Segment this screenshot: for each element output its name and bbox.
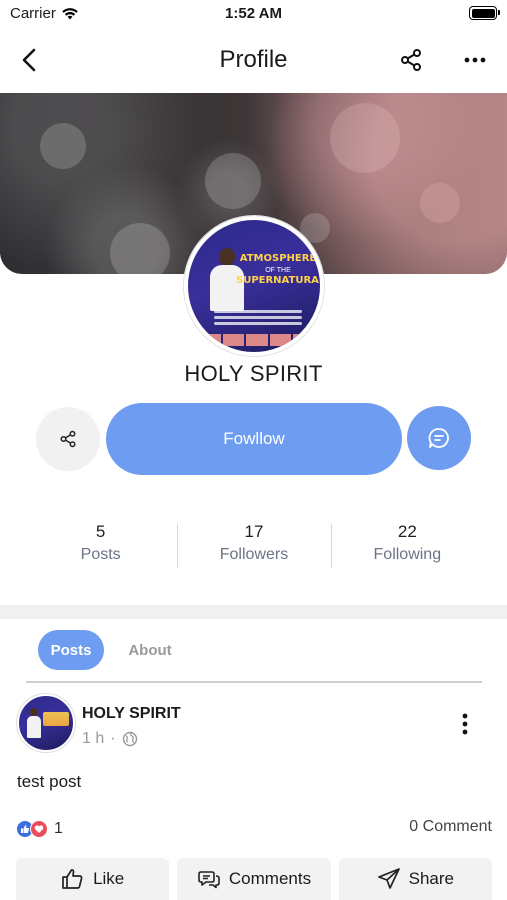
avatar-poster-details xyxy=(214,310,302,332)
message-icon xyxy=(428,428,449,448)
post-meta: 1 h · xyxy=(82,730,138,748)
post-actions: Like Comments Share xyxy=(16,858,492,900)
post-author-name[interactable]: HOLY SPIRIT xyxy=(82,705,181,723)
page-title: Profile xyxy=(219,46,288,73)
meta-dot: · xyxy=(110,730,116,747)
tabs-underline xyxy=(26,681,482,683)
more-options-button[interactable] xyxy=(459,44,491,76)
share-icon xyxy=(401,49,421,71)
send-icon xyxy=(377,868,400,889)
stat-value: 5 xyxy=(95,522,106,541)
status-bar: Carrier 1:52 AM xyxy=(0,0,507,28)
share-post-button[interactable]: Share xyxy=(338,858,492,900)
stat-value: 17 xyxy=(244,522,264,541)
stat-following[interactable]: 22 Following xyxy=(330,522,484,572)
love-reaction-icon xyxy=(30,820,48,838)
tab-about[interactable]: About xyxy=(118,630,182,670)
profile-name: HOLY SPIRIT xyxy=(184,361,323,386)
post-more-button[interactable] xyxy=(453,708,477,740)
section-divider xyxy=(0,605,507,619)
post-text: test post xyxy=(17,772,82,791)
stat-value: 22 xyxy=(397,522,417,541)
share-button[interactable] xyxy=(36,407,100,471)
profile-stats: 5 Posts 17 Followers 22 Following xyxy=(24,522,484,572)
tab-posts[interactable]: Posts xyxy=(38,630,104,670)
share-profile-button[interactable] xyxy=(395,44,427,76)
status-time: 1:52 AM xyxy=(225,5,282,22)
message-button[interactable] xyxy=(407,406,471,470)
avatar-poster-line3: SUPERNATURAL xyxy=(236,275,324,286)
stat-label: Posts xyxy=(80,546,121,563)
post-reactions[interactable]: 1 xyxy=(16,818,63,840)
comments-icon xyxy=(198,871,220,889)
stat-followers[interactable]: 17 Followers xyxy=(177,522,330,572)
avatar-poster-line1: ATMOSPHERE xyxy=(239,253,317,264)
share-label: Share xyxy=(408,869,454,888)
stat-label: Followers xyxy=(219,546,289,563)
avatar-poster-line2: OF THE xyxy=(265,267,291,274)
comments-button[interactable]: Comments xyxy=(177,858,331,900)
stat-label: Following xyxy=(373,546,442,563)
battery-icon xyxy=(469,6,500,20)
post-time: 1 h xyxy=(82,730,105,747)
like-label: Like xyxy=(93,869,125,888)
share-icon xyxy=(60,430,76,448)
navigation-bar: Profile xyxy=(0,36,507,84)
stat-posts[interactable]: 5 Posts xyxy=(24,522,177,572)
comment-count[interactable]: 0 Comment xyxy=(409,818,492,836)
follow-button[interactable]: Fowllow xyxy=(106,403,402,475)
avatar-poster-photos xyxy=(200,334,315,346)
reaction-count: 1 xyxy=(54,820,63,837)
more-vertical-icon xyxy=(462,713,468,735)
comments-label: Comments xyxy=(228,869,312,888)
like-button[interactable]: Like xyxy=(16,858,170,900)
profile-tabs: Posts About xyxy=(38,630,478,670)
post-author-avatar[interactable] xyxy=(17,694,75,752)
thumbs-up-icon xyxy=(62,869,83,889)
profile-avatar[interactable]: ATMOSPHERE OF THE SUPERNATURAL xyxy=(184,216,324,356)
more-horizontal-icon xyxy=(464,57,486,63)
globe-icon xyxy=(122,731,137,747)
